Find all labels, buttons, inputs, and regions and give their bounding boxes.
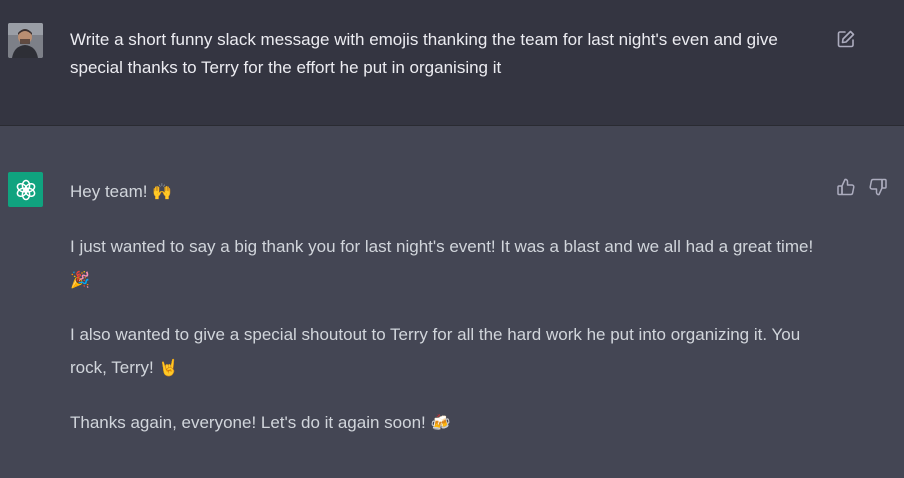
assistant-message-row: Hey team! 🙌 I just wanted to say a big t… [0, 127, 904, 478]
thumbs-down-icon [869, 178, 887, 196]
message-paragraph: I just wanted to say a big thank you for… [70, 237, 814, 289]
openai-logo-icon [16, 179, 35, 200]
assistant-avatar [8, 172, 43, 207]
thumbs-up-button[interactable] [836, 177, 856, 197]
edit-button[interactable] [836, 29, 856, 49]
user-avatar-photo [8, 23, 43, 58]
user-message-text: Write a short funny slack message with e… [70, 30, 778, 77]
message-paragraph: I also wanted to give a special shoutout… [70, 325, 801, 377]
thumbs-down-button[interactable] [868, 177, 888, 197]
beer-mugs-emoji: 🍻 [430, 413, 451, 432]
raising-hands-emoji: 🙌 [152, 182, 173, 201]
user-message-row: Write a short funny slack message with e… [0, 0, 904, 126]
rock-hand-emoji: 🤘 [158, 358, 179, 377]
assistant-message-text: Hey team! 🙌 I just wanted to say a big t… [70, 175, 820, 461]
thumbs-up-icon [837, 178, 855, 196]
message-paragraph: Thanks again, everyone! Let's do it agai… [70, 413, 451, 432]
message-paragraph: Hey team! 🙌 [70, 182, 173, 201]
edit-icon [837, 30, 855, 48]
party-popper-emoji: 🎉 [70, 270, 90, 289]
user-avatar [8, 23, 43, 58]
